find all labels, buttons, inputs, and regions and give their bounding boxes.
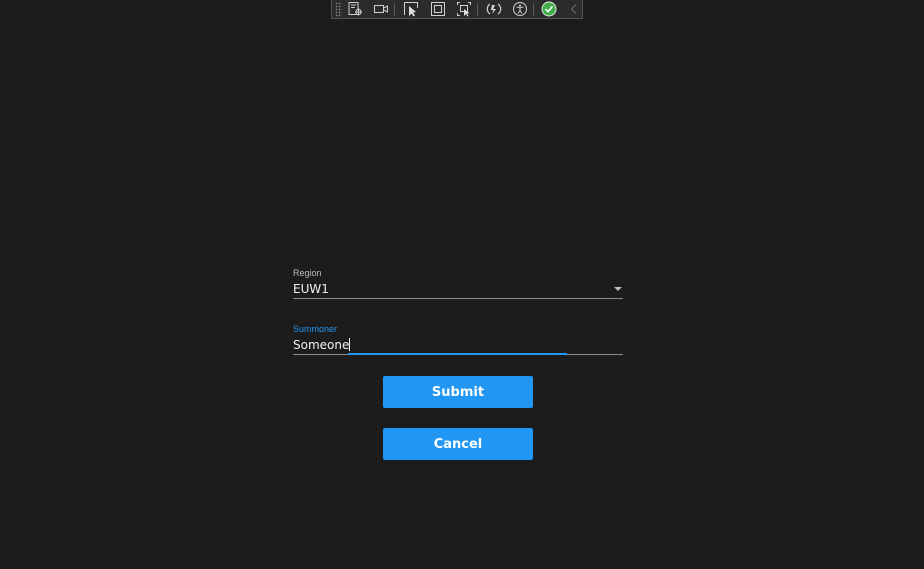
app-window: Region EUW1 Summoner Someone Submit Canc… <box>0 0 924 569</box>
cancel-button[interactable]: Cancel <box>383 428 533 460</box>
live-visual-tree-icon[interactable] <box>346 1 364 17</box>
summoner-field[interactable]: Summoner Someone <box>293 324 623 355</box>
debug-toolbar <box>331 0 583 19</box>
region-underline <box>293 298 623 299</box>
summoner-underline <box>293 353 623 355</box>
track-focused-element-icon[interactable] <box>455 1 473 17</box>
submit-button[interactable]: Submit <box>383 376 533 408</box>
dropdown-arrow-icon[interactable] <box>614 287 622 291</box>
record-icon[interactable] <box>372 1 390 17</box>
summoner-input[interactable]: Someone <box>293 337 623 353</box>
select-element-icon[interactable] <box>402 1 420 17</box>
region-selected-text: EUW1 <box>293 282 329 296</box>
text-caret <box>349 338 351 351</box>
summoner-label: Summoner <box>293 324 338 334</box>
toolbar-separator <box>394 3 395 16</box>
summoner-focus-indicator <box>348 353 567 355</box>
summoner-input-text: Someone <box>293 338 350 352</box>
hot-reload-icon[interactable] <box>485 1 503 17</box>
region-combobox[interactable]: Region EUW1 <box>293 268 623 299</box>
toolbar-grip-icon[interactable] <box>335 1 342 17</box>
toolbar-separator <box>533 3 534 16</box>
check-status-icon[interactable] <box>540 1 558 17</box>
collapse-chevron-icon[interactable] <box>565 1 583 17</box>
region-label: Region <box>293 268 322 278</box>
region-value[interactable]: EUW1 <box>293 281 623 297</box>
display-layout-adorners-icon[interactable] <box>429 1 447 17</box>
accessibility-icon[interactable] <box>511 1 529 17</box>
toolbar-separator <box>477 3 478 16</box>
